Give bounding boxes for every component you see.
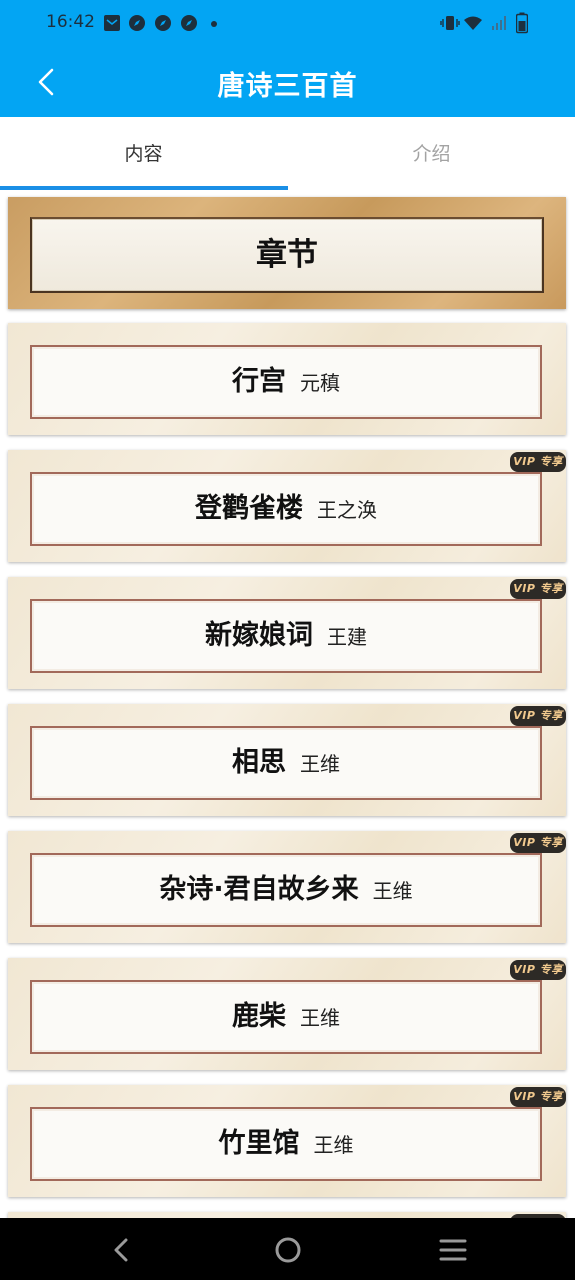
tab-indicator — [0, 186, 288, 190]
section-header: 章节 — [30, 217, 544, 293]
chapter-item[interactable]: 登鹳雀楼 王之涣 VIP 专享 — [8, 450, 566, 562]
tab-intro[interactable]: 介绍 — [288, 117, 575, 191]
poem-title: 新嫁娘词 — [205, 620, 313, 651]
vip-badge: VIP 专享 — [510, 833, 566, 853]
signal-icon — [492, 16, 506, 30]
poem-author: 王维 — [313, 1133, 354, 1157]
chapter-item[interactable]: 新嫁娘词 王建 VIP 专享 — [8, 577, 566, 689]
poem-title: 行宫 — [232, 366, 286, 397]
chapter-item[interactable]: 杂诗·君自故乡来 王维 VIP 专享 — [8, 831, 566, 943]
vibrate-icon — [440, 16, 460, 30]
chapter-item-frame: 鹿柴 王维 — [30, 980, 542, 1054]
chapter-item-frame: 新嫁娘词 王建 — [30, 599, 542, 673]
chapter-item-frame: 行宫 元稹 — [30, 345, 542, 419]
vip-badge: VIP 专享 — [510, 960, 566, 980]
vip-badge: VIP 专享 — [510, 706, 566, 726]
poem-title: 鹿柴 — [232, 1001, 286, 1032]
nav-back-button[interactable] — [100, 1228, 144, 1272]
nav-home-button[interactable] — [266, 1228, 310, 1272]
battery-icon — [516, 12, 528, 34]
chapter-item[interactable]: 行宫 元稹 — [8, 323, 566, 435]
tab-bar: 内容 介绍 — [0, 117, 575, 191]
mail-icon — [104, 15, 120, 31]
system-nav-bar — [0, 1218, 575, 1280]
poem-author: 王之涣 — [317, 498, 377, 522]
tab-content[interactable]: 内容 — [0, 117, 287, 191]
poem-title: 相思 — [232, 747, 286, 778]
chapter-item[interactable]: 相思 王维 VIP 专享 — [8, 704, 566, 816]
poem-title: 杂诗·君自故乡来 — [159, 874, 359, 905]
compass-icon — [129, 15, 145, 31]
vip-badge: VIP 专享 — [510, 579, 566, 599]
section-header-card: 章节 — [8, 197, 566, 309]
compass-icon — [155, 15, 171, 31]
chapter-item[interactable]: 鹿柴 王维 VIP 专享 — [8, 958, 566, 1070]
chapter-list[interactable]: 章节 行宫 元稹 登鹳雀楼 王之涣 VIP 专享 新嫁娘词 王建 VIP 专享 相思王… — [0, 191, 575, 1218]
chapter-item-frame: 登鹳雀楼 王之涣 — [30, 472, 542, 546]
app-bar: 唐诗三百首 — [0, 46, 575, 117]
home-circle-icon — [275, 1237, 301, 1263]
chapter-item-frame: 杂诗·君自故乡来 王维 — [30, 853, 542, 927]
vip-badge: VIP 专享 — [510, 1087, 566, 1107]
poem-author: 王维 — [372, 879, 413, 903]
chapter-item-frame: 竹里馆 王维 — [30, 1107, 542, 1181]
wifi-icon — [464, 16, 482, 30]
poem-author: 王维 — [300, 752, 340, 776]
poem-author: 元稹 — [300, 371, 340, 395]
nav-back-icon — [114, 1238, 128, 1262]
chapter-item-frame: 相思 王维 — [30, 726, 542, 800]
compass-icon — [181, 15, 197, 31]
poem-author: 王维 — [300, 1006, 340, 1030]
page-title: 唐诗三百首 — [217, 71, 358, 102]
menu-icon — [439, 1239, 467, 1261]
status-time: 16:42 — [46, 12, 95, 32]
poem-title: 竹里馆 — [218, 1128, 300, 1159]
status-bar: 16:42 — [0, 0, 575, 46]
nav-menu-button[interactable] — [431, 1228, 475, 1272]
poem-author: 王建 — [327, 625, 367, 649]
dot-icon — [211, 21, 217, 27]
poem-title: 登鹳雀楼 — [195, 493, 303, 524]
chapter-item[interactable]: 竹里馆 王维 VIP 专享 — [8, 1085, 566, 1197]
vip-badge: VIP 专享 — [510, 452, 566, 472]
